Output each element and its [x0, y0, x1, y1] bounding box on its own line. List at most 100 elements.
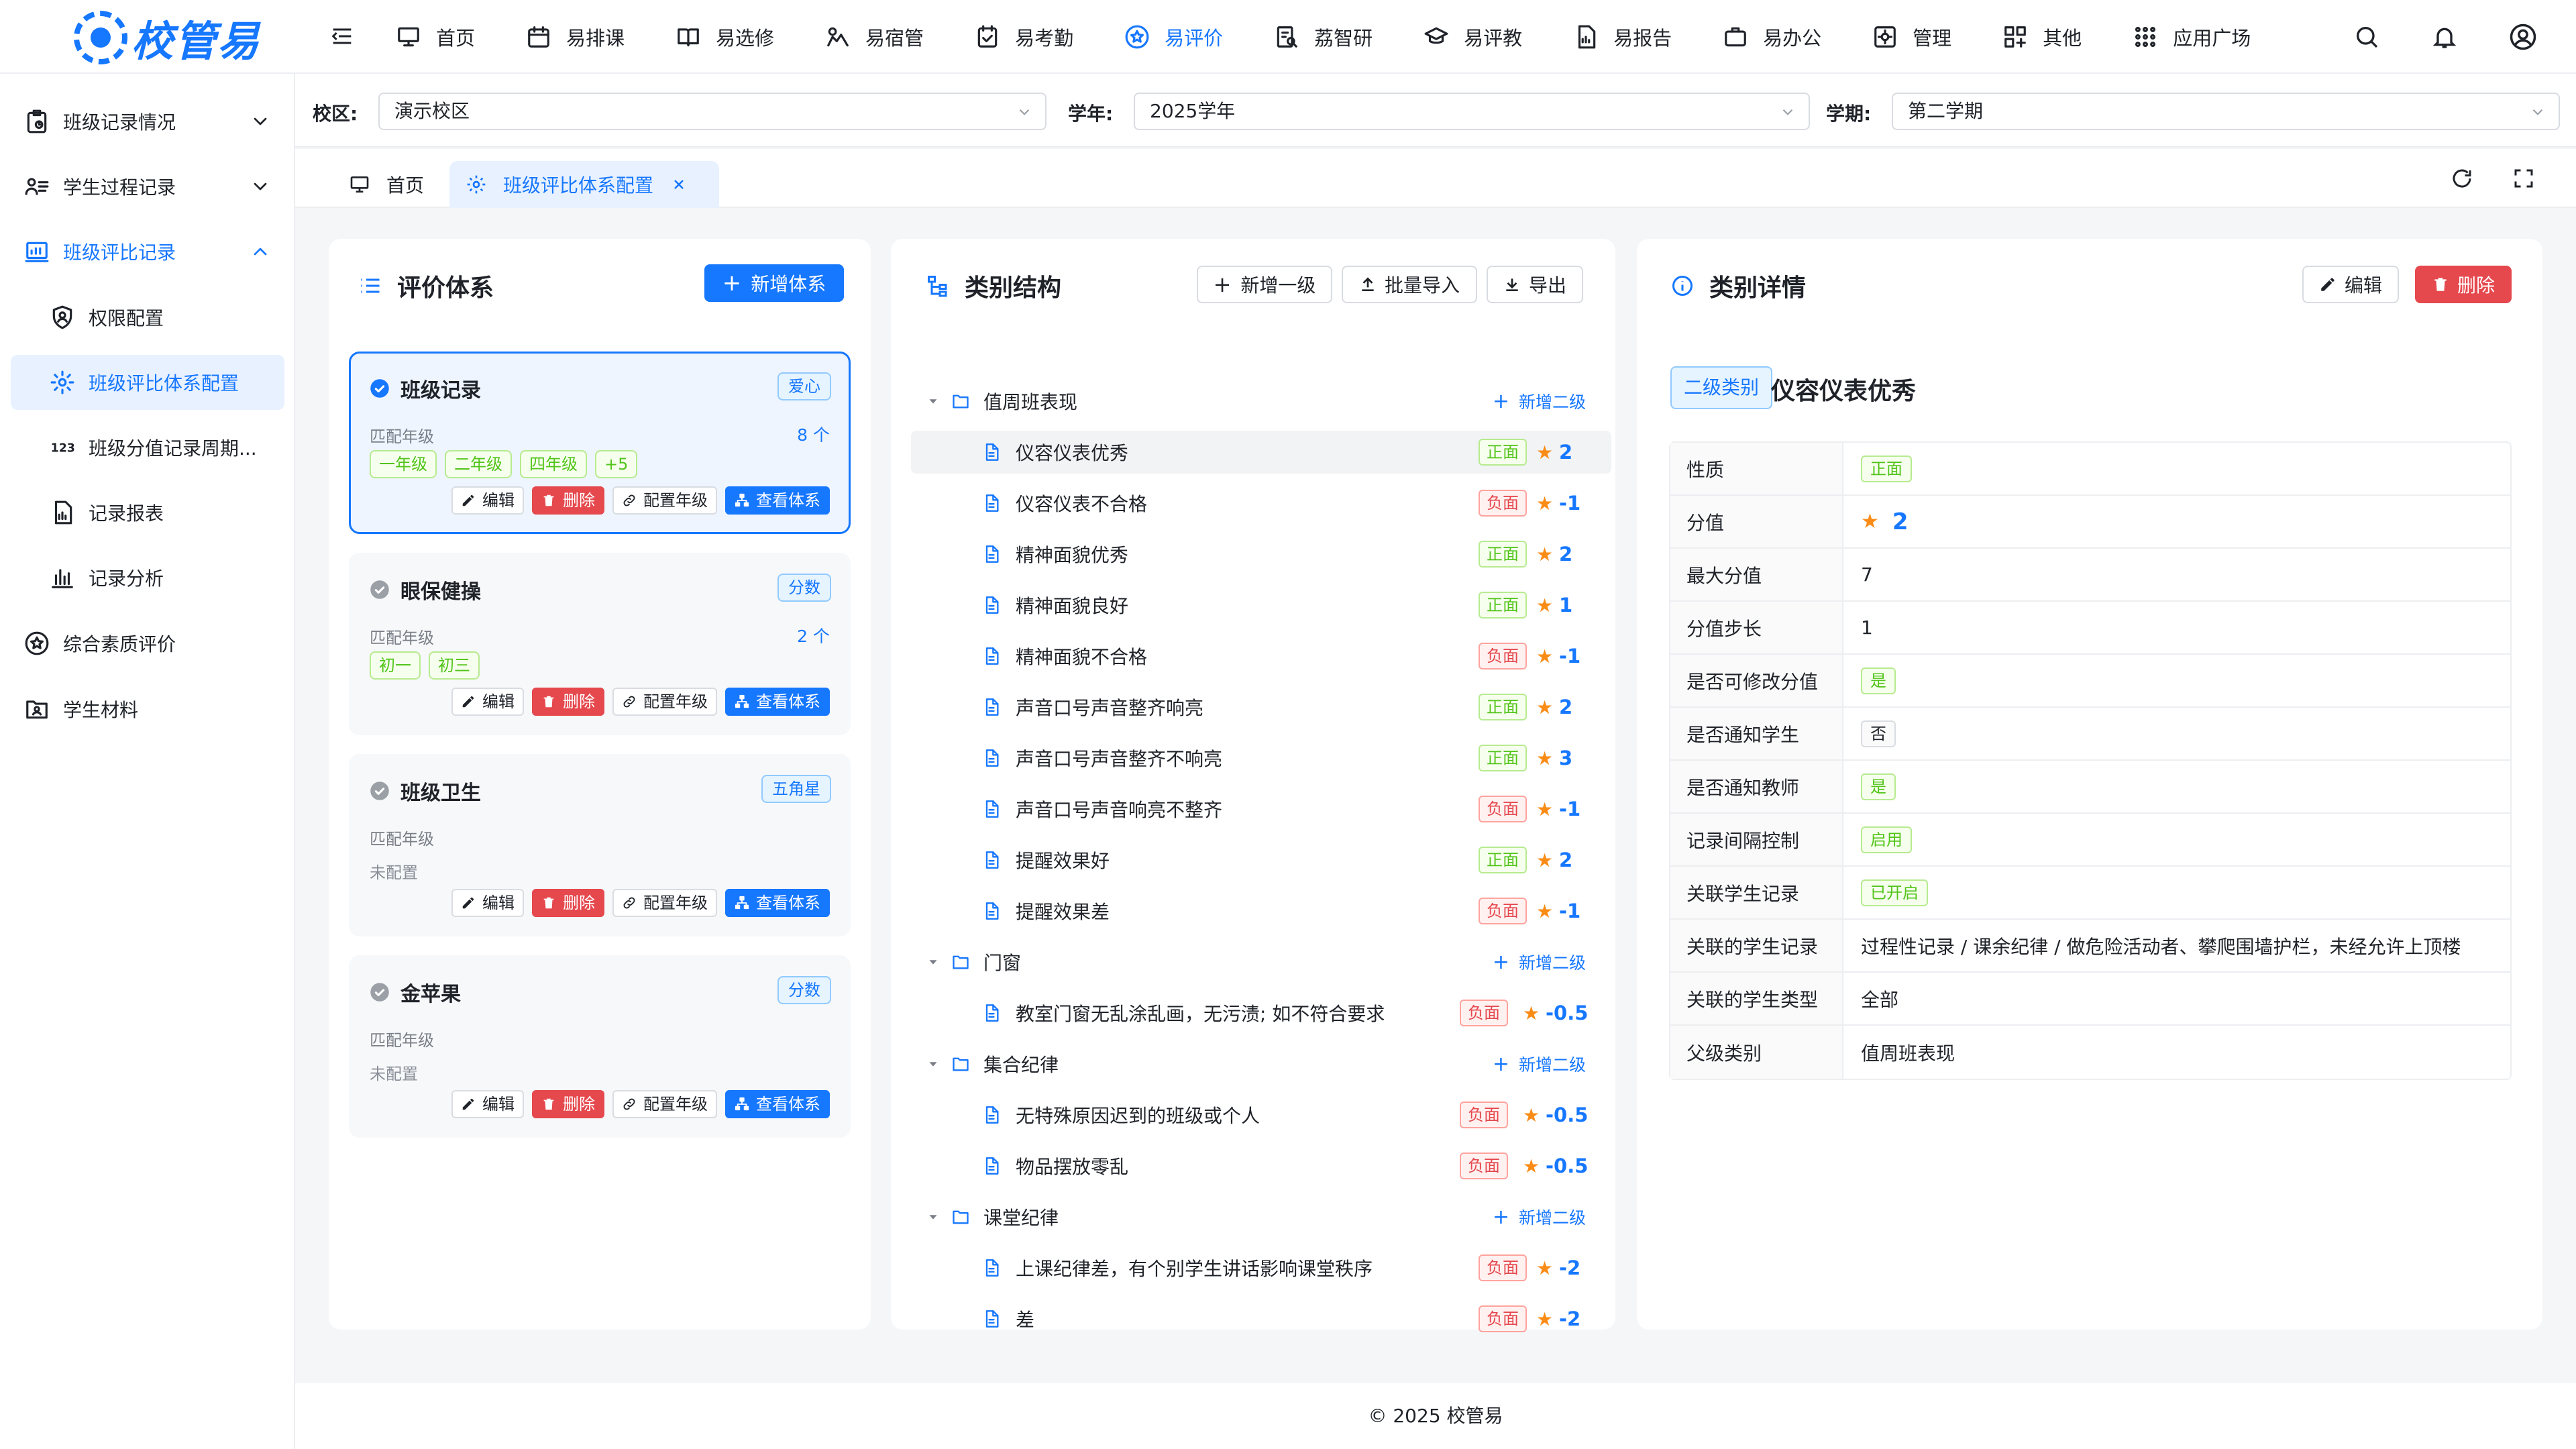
nav-item-8[interactable]: 易报告	[1573, 23, 1672, 51]
nav-item-4[interactable]: 易考勤	[975, 23, 1073, 51]
tree-item[interactable]: 声音口号声音整齐响亮 正面 ★ 2	[911, 686, 1611, 729]
delete-category-button[interactable]: 删除	[2415, 266, 2512, 303]
sidebar-item-3[interactable]: 权限配置	[11, 290, 284, 345]
nav-item-7[interactable]: 易评教	[1424, 23, 1522, 51]
tree-item[interactable]: 上课纪律差，有个别学生讲话影响课堂秩序 负面 ★ -2	[911, 1246, 1611, 1289]
tree-item[interactable]: 教室门窗无乱涂乱画，无污渍; 如不符合要求 负面 ★ -0.5	[911, 991, 1611, 1034]
add-level1-button[interactable]: + 新增一级	[1197, 266, 1332, 303]
button-label: 配置年级	[643, 894, 708, 912]
nav-item-9[interactable]: 易办公	[1723, 23, 1821, 51]
system-card[interactable]: 班级卫生 五角星 匹配年级 未配置 编辑 删除 配置年级 查看体系	[349, 754, 851, 936]
file-icon	[985, 851, 999, 869]
config-grade-button[interactable]: 配置年级	[612, 1090, 717, 1118]
detail-value: 值周班表现	[1843, 1026, 2510, 1079]
sidebar-item-5[interactable]: 123 班级分值记录周期...	[11, 420, 284, 475]
fullscreen-icon[interactable]	[2512, 166, 2536, 191]
detail-key: 最大分值	[1670, 549, 1843, 600]
campus-select[interactable]: 演示校区	[378, 93, 1046, 130]
tree-item[interactable]: 仪容仪表优秀 正面 ★ 2	[911, 431, 1611, 474]
user-avatar-icon[interactable]	[2509, 23, 2537, 51]
refresh-icon[interactable]	[2450, 166, 2474, 191]
file-icon	[985, 1310, 999, 1328]
sidebar-item-1[interactable]: 学生过程记录	[11, 159, 284, 214]
nav-item-3[interactable]: 易宿管	[825, 23, 924, 51]
tree-item[interactable]: 物品摆放零乱 负面 ★ -0.5	[911, 1144, 1611, 1187]
nav-item-0[interactable]: 首页	[396, 23, 475, 51]
sidebar-item-0[interactable]: 班级记录情况	[11, 94, 284, 149]
nav-item-12[interactable]: 应用广场	[2133, 23, 2251, 51]
tree-item[interactable]: 声音口号声音整齐不响亮 正面 ★ 3	[911, 737, 1611, 780]
sidebar-item-7[interactable]: 记录分析	[11, 550, 284, 605]
tree-item[interactable]: 精神面貌良好 正面 ★ 1	[911, 584, 1611, 627]
config-grade-button[interactable]: 配置年级	[612, 486, 717, 515]
tree-item[interactable]: 精神面貌不合格 负面 ★ -1	[911, 635, 1611, 678]
nav-item-1[interactable]: 易排课	[526, 23, 625, 51]
collapse-menu-icon[interactable]	[329, 23, 356, 50]
export-button[interactable]: 导出	[1487, 266, 1583, 303]
sidebar-item-9[interactable]: 学生材料	[11, 682, 284, 737]
close-icon[interactable]	[671, 176, 687, 193]
nav-item-label: 易考勤	[1015, 27, 1074, 50]
nav-item-10[interactable]: 管理	[1872, 23, 1951, 51]
add-level2-button[interactable]: + 新增二级	[1493, 950, 1586, 974]
view-system-button[interactable]: 查看体系	[725, 1090, 830, 1118]
sidebar-item-4[interactable]: 班级评比体系配置	[11, 355, 284, 410]
sidebar-item-2[interactable]: 班级评比记录	[11, 224, 284, 279]
add-level2-button[interactable]: + 新增二级	[1493, 1205, 1586, 1229]
delete-button[interactable]: 删除	[532, 889, 604, 917]
nav-item-label: 易排课	[566, 27, 625, 50]
plus-icon: +	[1492, 389, 1509, 413]
app-logo[interactable]: 校管易	[74, 7, 260, 68]
tree-group[interactable]: 值周班表现 + 新增二级	[911, 380, 1611, 423]
view-system-button[interactable]: 查看体系	[725, 688, 830, 716]
tree-group[interactable]: 课堂纪律 + 新增二级	[911, 1195, 1611, 1238]
card-actions: 编辑 删除 配置年级 查看体系	[443, 486, 830, 515]
system-card[interactable]: 眼保健操 分数 匹配年级 2 个初一 初三 编辑 删除 配置年级 查看体系	[349, 553, 851, 735]
tree-item[interactable]: 声音口号声音响亮不整齐 负面 ★ -1	[911, 788, 1611, 830]
search-icon[interactable]	[2353, 23, 2380, 50]
add-level2-button[interactable]: + 新增二级	[1493, 389, 1586, 413]
tree-item[interactable]: 提醒效果好 正面 ★ 2	[911, 839, 1611, 881]
nav-item-5[interactable]: 易评价	[1124, 23, 1223, 51]
edit-button[interactable]: 编辑	[451, 688, 524, 716]
edit-button[interactable]: 编辑	[451, 889, 524, 917]
sidebar-item-8[interactable]: 综合素质评价	[11, 616, 284, 671]
edit-category-button[interactable]: 编辑	[2302, 266, 2399, 303]
delete-button[interactable]: 删除	[532, 486, 604, 515]
view-system-button[interactable]: 查看体系	[725, 486, 830, 515]
file-icon	[985, 1259, 999, 1277]
polarity-tag: 负面	[1479, 898, 1527, 924]
batch-import-button[interactable]: 批量导入	[1342, 266, 1477, 303]
tab-home[interactable]: 首页	[333, 161, 440, 208]
edit-button[interactable]: 编辑	[451, 486, 524, 515]
bell-icon[interactable]	[2431, 23, 2458, 50]
config-grade-button[interactable]: 配置年级	[612, 688, 717, 716]
system-card[interactable]: 金苹果 分数 匹配年级 未配置 编辑 删除 配置年级 查看体系	[349, 955, 851, 1138]
system-name: 班级卫生	[370, 776, 481, 806]
system-card[interactable]: 班级记录 爱心 匹配年级 8 个一年级 二年级 四年级 +5 编辑 删除 配置年级 查看体系	[349, 352, 851, 534]
config-grade-button[interactable]: 配置年级	[612, 889, 717, 917]
term-select[interactable]: 第二学期	[1892, 93, 2560, 130]
add-level2-button[interactable]: + 新增二级	[1493, 1052, 1586, 1076]
edit-button[interactable]: 编辑	[451, 1090, 524, 1118]
tree-item[interactable]: 仪容仪表不合格 负面 ★ -1	[911, 482, 1611, 525]
delete-button[interactable]: 删除	[532, 1090, 604, 1118]
tree-item[interactable]: 差 负面 ★ -2	[911, 1297, 1611, 1340]
system-name-label: 眼保健操	[400, 580, 481, 604]
tree-item[interactable]: 精神面貌优秀 正面 ★ 2	[911, 533, 1611, 576]
nav-item-6[interactable]: 荔智研	[1274, 23, 1373, 51]
tree-group[interactable]: 集合纪律 + 新增二级	[911, 1042, 1611, 1085]
nav-item-11[interactable]: 其他	[2002, 23, 2082, 51]
tree-item[interactable]: 无特殊原因迟到的班级或个人 负面 ★ -0.5	[911, 1093, 1611, 1136]
add-system-button[interactable]: + 新增体系	[704, 264, 844, 302]
year-select[interactable]: 2025学年	[1134, 93, 1810, 130]
nav-item-label: 首页	[436, 27, 476, 50]
tab-class-eval-config[interactable]: 班级评比体系配置	[449, 161, 720, 208]
tree-group[interactable]: 门窗 + 新增二级	[911, 941, 1611, 983]
tree-item[interactable]: 提醒效果差 负面 ★ -1	[911, 890, 1611, 932]
delete-button[interactable]: 删除	[532, 688, 604, 716]
nav-item-2[interactable]: 易选修	[676, 23, 774, 51]
research-icon	[1277, 26, 1297, 48]
view-system-button[interactable]: 查看体系	[725, 889, 830, 917]
sidebar-item-6[interactable]: 记录报表	[11, 485, 284, 540]
